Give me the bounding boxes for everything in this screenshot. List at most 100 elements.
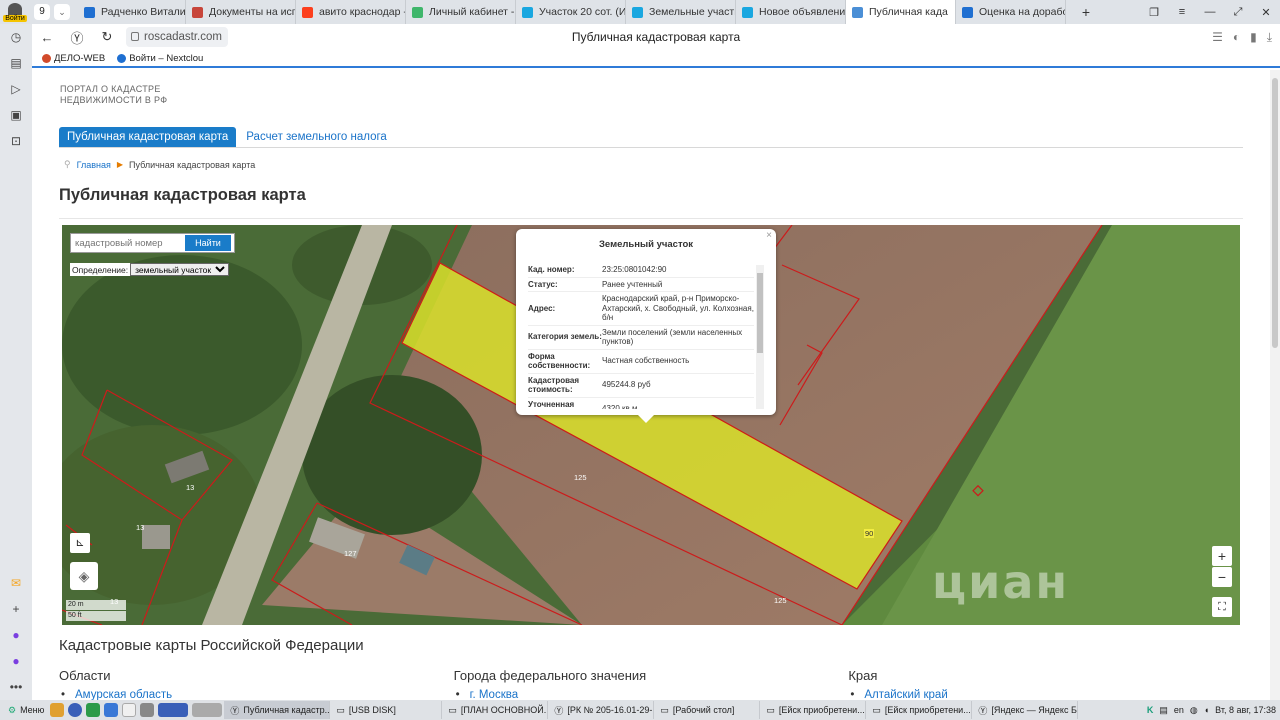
taskbar-window[interactable]: ▭ [ПЛАН ОСНОВНОЙ.... xyxy=(442,701,549,719)
browser-tab[interactable]: Новое объявление xyxy=(736,0,846,24)
region-link[interactable]: Амурская область xyxy=(59,689,454,700)
column-federal-cities: Города федерального значения г. Москва xyxy=(454,668,849,700)
browser-tab[interactable]: авито краснодар - xyxy=(296,0,406,24)
cadastral-map[interactable]: 125 13 13 127 13 90 125 циан Найти Опред… xyxy=(62,225,1240,625)
spreadsheet-icon[interactable] xyxy=(86,703,101,717)
taskbar-window[interactable]: ▭ [Рабочий стол] xyxy=(654,701,761,719)
more-icon[interactable]: ••• xyxy=(0,674,32,700)
network-icon[interactable]: ◍ xyxy=(1190,705,1198,716)
lang-indicator[interactable]: en xyxy=(1174,705,1184,715)
ruler-icon[interactable]: ⊾ xyxy=(70,533,90,553)
screenshot-icon[interactable]: ⊡ xyxy=(0,128,32,154)
reader-icon[interactable]: ☰ xyxy=(1212,30,1223,45)
back-arrow-icon[interactable]: ← xyxy=(32,30,62,45)
reload-icon[interactable]: ↻ xyxy=(92,29,122,45)
zoom-control: + − xyxy=(1212,546,1232,588)
calc-icon[interactable] xyxy=(140,703,155,717)
bookmarks-icon[interactable]: ❐ xyxy=(1140,6,1168,19)
browser-tab[interactable]: Публичная кадa✕ xyxy=(846,0,956,24)
mail-icon[interactable]: ✉ xyxy=(0,570,32,596)
taskbar-window[interactable]: ▭ [Ейск приобретени... xyxy=(866,701,973,719)
taskbar-window[interactable]: Ⓨ [РК № 205-16.01-29-... xyxy=(548,701,655,719)
kaspersky-icon[interactable]: K xyxy=(1147,705,1154,715)
fullscreen-icon[interactable]: ⛶ xyxy=(1212,597,1232,617)
taskbar-window[interactable]: Ⓨ Публичная кадастр... xyxy=(224,701,331,719)
zoom-in-button[interactable]: + xyxy=(1212,546,1232,566)
minimize-button[interactable]: — xyxy=(1196,6,1224,18)
taskbar-window[interactable]: Ⓨ [Яндекс — Яндекс Б... xyxy=(972,701,1079,719)
bookmark-item[interactable]: ДЕЛО-WEB xyxy=(42,53,105,64)
page-scrollbar[interactable] xyxy=(1270,70,1280,700)
browser-tab[interactable]: Документы на исп xyxy=(186,0,296,24)
yandex-icon[interactable]: Ⓨ xyxy=(62,28,92,47)
bookmark-label: ДЕЛО-WEB xyxy=(54,52,106,64)
history-icon[interactable]: ◷ xyxy=(0,24,32,50)
tab-title: Оценка на доработ xyxy=(979,6,1066,18)
volume-icon[interactable]: ◖ xyxy=(1204,705,1209,715)
bookmark-favicon-icon xyxy=(42,53,51,63)
notes-tray-icon[interactable]: ▤ xyxy=(1159,705,1168,716)
window-label: [Рабочий стол] xyxy=(672,705,735,715)
browser-tab[interactable]: Радченко Виталий xyxy=(78,0,186,24)
lock-icon xyxy=(131,32,139,41)
taskbar-window[interactable]: ▭ [USB DISK] xyxy=(330,701,443,719)
browser-icon[interactable] xyxy=(158,703,189,717)
region-link[interactable]: Алтайский край xyxy=(848,689,1243,700)
regions-columns: Области Амурская область Города федераль… xyxy=(59,668,1243,700)
close-icon[interactable]: × xyxy=(766,230,772,241)
protect-icon[interactable]: ◐ xyxy=(1233,30,1240,45)
yandex-browser-icon[interactable] xyxy=(68,703,83,717)
find-button[interactable]: Найти xyxy=(185,235,231,251)
browser-tab[interactable]: Земельные участк xyxy=(626,0,736,24)
messenger-icon[interactable]: ● xyxy=(0,648,32,674)
info-key: Статус: xyxy=(528,279,558,289)
desktop-icon[interactable] xyxy=(192,703,223,717)
tab-count-badge[interactable]: 9 xyxy=(34,4,50,20)
browser-tab[interactable]: Участок 20 сот. (ИЖ xyxy=(516,0,626,24)
close-window-button[interactable]: ✕ xyxy=(1252,6,1280,19)
browser-tab[interactable]: Личный кабинет - І xyxy=(406,0,516,24)
add-icon[interactable]: + xyxy=(0,596,32,622)
download-icon[interactable]: ⤓ xyxy=(1267,30,1272,45)
tab-land-tax[interactable]: Расчет земельного налога xyxy=(238,127,395,147)
breadcrumb-arrow-icon: ▶ xyxy=(116,160,124,169)
chevron-down-icon[interactable]: ⌄ xyxy=(54,4,70,20)
column-title: Области xyxy=(59,668,111,683)
cadastral-number-input[interactable] xyxy=(71,234,185,252)
notes-icon[interactable]: ▣ xyxy=(0,102,32,128)
definition-select[interactable]: земельный участок xyxy=(130,263,230,276)
new-tab-button[interactable]: + xyxy=(1074,4,1098,20)
bookmark-icon[interactable]: ▮ xyxy=(1250,30,1257,45)
tab-cadastral-map[interactable]: Публичная кадастровая карта xyxy=(59,127,237,147)
clock[interactable]: Вт, 8 авг, 17:38 xyxy=(1215,705,1276,715)
media-icon[interactable]: ▷ xyxy=(0,76,32,102)
popup-scrollbar[interactable] xyxy=(756,265,764,409)
zoom-out-button[interactable]: − xyxy=(1212,567,1232,587)
scrollbar-thumb[interactable] xyxy=(757,273,763,353)
taskbar-window[interactable]: ▭ [Ейск приобретени... xyxy=(760,701,867,719)
start-menu-button[interactable]: ⚙ Меню xyxy=(0,705,48,716)
site-logo[interactable]: ПОРТАЛ О КАДАСТРЕ НЕДВИЖИМОСТИ В РФ xyxy=(60,84,167,265)
info-row: Уточненная площадь: 4320 кв.м xyxy=(528,398,754,410)
document-icon[interactable] xyxy=(104,703,119,717)
profile-button[interactable]: Войти xyxy=(0,0,30,24)
tab-title: Публичная кадa xyxy=(869,6,948,18)
layers-icon[interactable]: ◈ xyxy=(70,562,98,590)
bookmark-item[interactable]: Войти – Nextclou xyxy=(117,53,203,64)
site-nav: Публичная кадастровая карта Расчет земел… xyxy=(59,127,1243,148)
notes-icon[interactable] xyxy=(122,703,137,717)
maximize-button[interactable]: ⤢ xyxy=(1224,6,1252,19)
browser-tab[interactable]: Оценка на доработ xyxy=(956,0,1066,24)
menu-icon[interactable]: ≡ xyxy=(1168,6,1196,18)
alice-icon[interactable]: ● xyxy=(0,622,32,648)
url-field[interactable]: roscadastr.com xyxy=(126,27,228,47)
browser-sidebar: ◷ ▤ ▷ ▣ ⊡ ✉ + ● ● ••• xyxy=(0,24,32,700)
scrollbar-thumb[interactable] xyxy=(1272,78,1278,348)
parcel-label: 13 xyxy=(186,483,195,492)
collections-icon[interactable]: ▤ xyxy=(0,50,32,76)
region-link[interactable]: г. Москва xyxy=(454,689,849,700)
files-icon[interactable] xyxy=(50,703,65,717)
window-icon: ▭ xyxy=(660,704,669,715)
breadcrumb-home[interactable]: Главная xyxy=(77,160,111,170)
window-label: [ПЛАН ОСНОВНОЙ.... xyxy=(460,705,549,715)
